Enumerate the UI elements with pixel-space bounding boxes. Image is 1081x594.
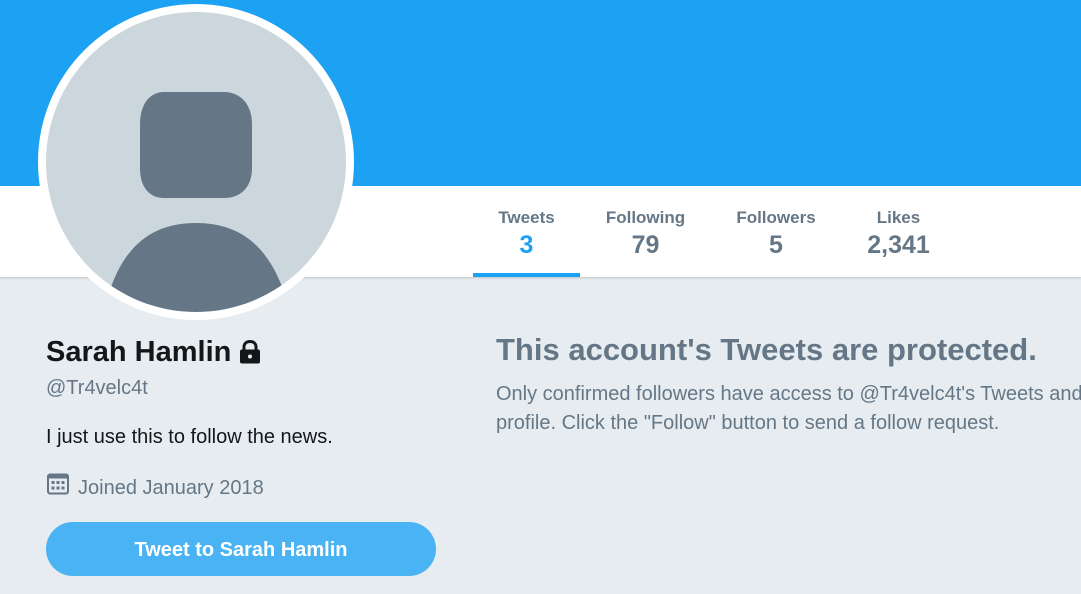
protected-description: Only confirmed followers have access to … xyxy=(496,383,1081,434)
stat-value: 5 xyxy=(769,231,783,259)
profile-name[interactable]: Sarah Hamlin xyxy=(46,332,231,372)
avatar[interactable] xyxy=(38,4,354,320)
protected-title: This account's Tweets are protected. xyxy=(496,332,1037,367)
lock-icon xyxy=(237,339,263,370)
calendar-icon xyxy=(46,472,70,503)
default-profile-icon xyxy=(46,12,346,312)
screen-name[interactable]: @Tr4velc4t xyxy=(46,376,446,400)
profile-page: Tweets 3 Following 79 Followers 5 Likes … xyxy=(0,0,1081,594)
stat-likes[interactable]: Likes 2,341 xyxy=(841,186,956,277)
tweet-to-button[interactable]: Tweet to Sarah Hamlin xyxy=(46,522,436,576)
profile-silhouette-icon xyxy=(104,92,290,312)
join-date-text: Joined January 2018 xyxy=(78,476,264,499)
stat-label: Followers xyxy=(736,208,816,227)
stat-following[interactable]: Following 79 xyxy=(580,186,711,277)
stat-label: Following xyxy=(605,208,686,227)
stat-value: 2,341 xyxy=(867,231,930,259)
stat-label: Likes xyxy=(876,208,921,227)
join-date: Joined January 2018 xyxy=(46,472,446,503)
profile-card: Sarah Hamlin @Tr4velc4t I just use this … xyxy=(46,332,446,576)
profile-stats: Tweets 3 Following 79 Followers 5 Likes … xyxy=(473,186,956,277)
stat-label: Tweets xyxy=(498,208,555,227)
stat-tweets[interactable]: Tweets 3 xyxy=(473,186,580,277)
stat-value: 79 xyxy=(631,231,660,259)
profile-bio: I just use this to follow the news. xyxy=(46,426,333,448)
stat-followers[interactable]: Followers 5 xyxy=(711,186,841,277)
name-row: Sarah Hamlin xyxy=(46,332,446,372)
protected-notice: This account's Tweets are protected. Onl… xyxy=(496,330,1081,438)
stat-value: 3 xyxy=(519,231,534,259)
